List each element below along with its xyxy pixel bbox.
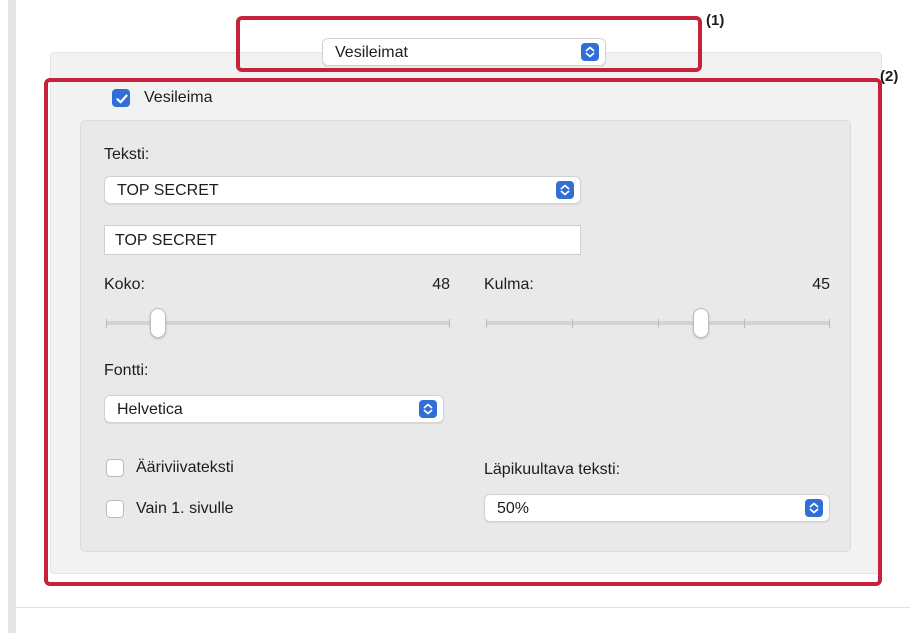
- callout-label-1: (1): [706, 12, 725, 29]
- callout-box-2: [44, 78, 882, 586]
- bottom-divider: [16, 607, 910, 608]
- left-scroll-edge: [8, 0, 16, 633]
- callout-box-1: [236, 16, 702, 72]
- callout-label-2: (2): [880, 68, 899, 85]
